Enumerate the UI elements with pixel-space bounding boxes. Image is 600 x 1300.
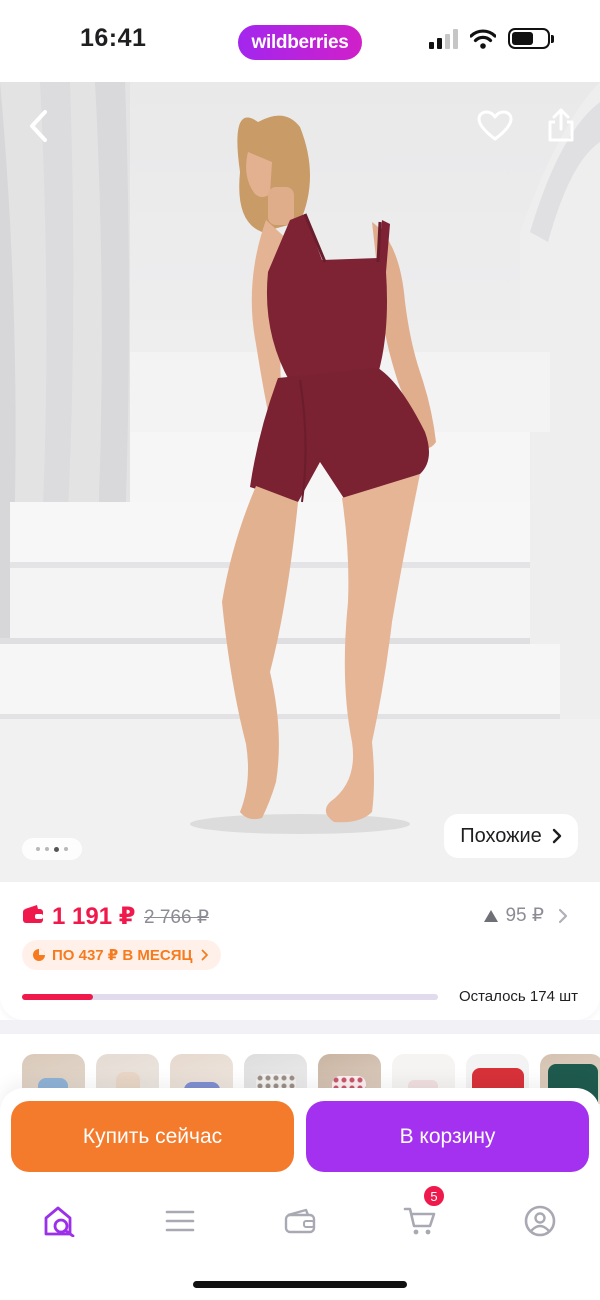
add-to-cart-button[interactable]: В корзину	[306, 1101, 589, 1172]
cart-icon	[403, 1207, 436, 1235]
carousel-dot	[45, 847, 49, 851]
chevron-right-icon	[201, 949, 208, 961]
old-price: 2 766 ₽	[144, 907, 209, 928]
triangle-up-icon	[484, 909, 499, 922]
similar-button[interactable]: Похожие	[444, 814, 578, 858]
home-search-icon	[44, 1206, 75, 1237]
pie-chart-icon	[33, 949, 45, 961]
product-image	[0, 82, 600, 882]
tab-wallet[interactable]	[270, 1196, 330, 1246]
installment-badge[interactable]: ПО 437 ₽ В МЕСЯЦ	[22, 940, 221, 970]
product-photo[interactable]: Похожие	[0, 82, 600, 882]
installment-text: ПО 437 ₽ В МЕСЯЦ	[52, 947, 193, 964]
carousel-dot-active	[54, 846, 59, 852]
brand-logo[interactable]: wildberries	[238, 25, 362, 60]
status-icons	[429, 28, 554, 49]
back-button[interactable]	[18, 104, 58, 148]
tab-profile[interactable]	[510, 1196, 570, 1246]
tab-home[interactable]	[30, 1196, 90, 1246]
stock-remaining: Осталось 174 шт	[458, 988, 578, 1005]
tab-cart[interactable]: 5	[390, 1184, 450, 1246]
similar-label: Похожие	[460, 824, 542, 847]
signal-icon	[429, 28, 458, 49]
share-icon	[548, 108, 574, 142]
chevron-right-icon	[558, 908, 568, 923]
share-button[interactable]	[538, 102, 584, 148]
carousel-dot	[64, 847, 68, 851]
cart-count-badge: 5	[422, 1184, 446, 1208]
wallet-price-icon	[23, 905, 43, 923]
wallet-icon	[284, 1208, 316, 1234]
tab-catalog[interactable]	[150, 1196, 210, 1246]
current-price: 1 191 ₽	[52, 903, 136, 930]
stock-progress	[22, 994, 438, 1000]
points-value: 95 ₽	[505, 905, 544, 926]
carousel-indicator	[22, 838, 82, 860]
status-time: 16:41	[80, 24, 147, 52]
buy-now-button[interactable]: Купить сейчас	[11, 1101, 294, 1172]
profile-icon	[524, 1205, 556, 1237]
back-chevron-icon	[30, 110, 47, 142]
bottom-action-sheet: Купить сейчас В корзину 5	[0, 1088, 600, 1300]
home-indicator	[193, 1281, 407, 1288]
points-reward[interactable]: 95 ₽	[483, 904, 568, 927]
catalog-menu-icon	[165, 1210, 195, 1232]
carousel-dot	[36, 847, 40, 851]
status-bar: 16:41 wildberries	[0, 0, 600, 82]
price-card: 1 191 ₽ 2 766 ₽ 95 ₽ ПО 437 ₽ В МЕСЯЦ Ос…	[0, 882, 600, 1020]
wifi-icon	[470, 28, 496, 49]
bottom-tab-bar: 5	[0, 1184, 600, 1246]
section-divider	[0, 1020, 600, 1034]
favorite-button[interactable]	[472, 104, 518, 148]
chevron-right-icon	[552, 828, 562, 844]
battery-icon	[508, 28, 554, 49]
stock-progress-fill	[22, 994, 93, 1000]
heart-icon	[477, 110, 513, 141]
